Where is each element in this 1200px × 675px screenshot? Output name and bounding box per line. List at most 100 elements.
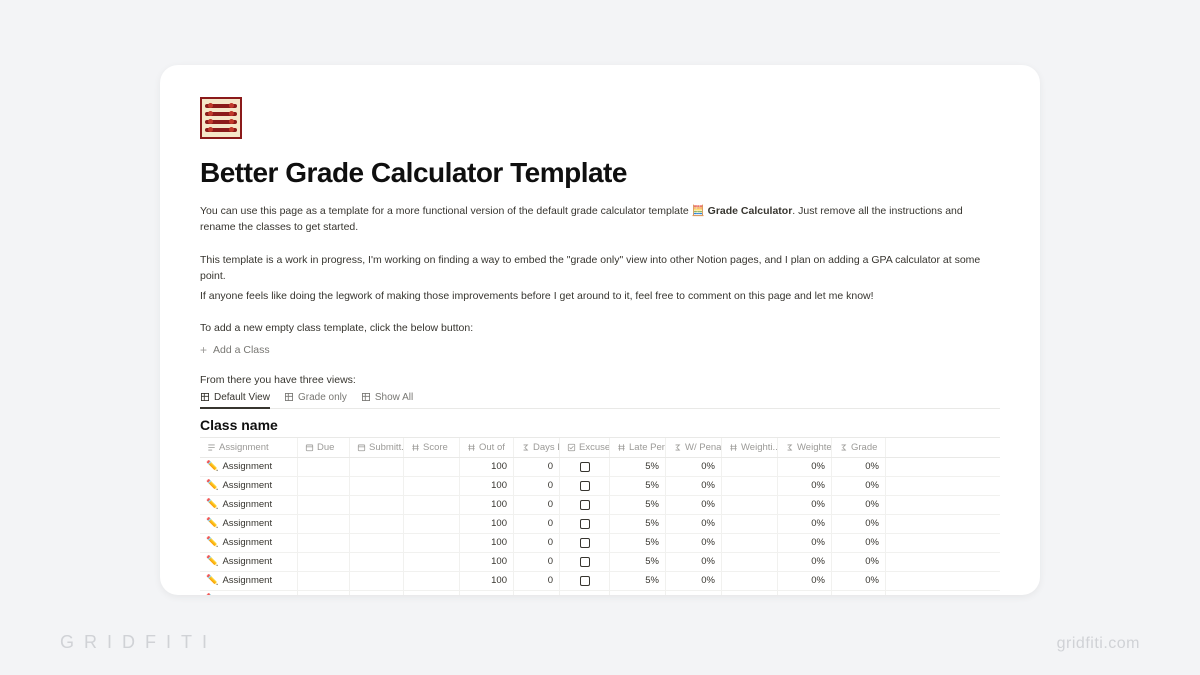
cell-assignment[interactable]: ✏️Assignment <box>200 496 298 514</box>
cell-score[interactable] <box>404 572 460 590</box>
cell-weighting[interactable] <box>722 553 778 571</box>
cell-excused[interactable] <box>560 515 610 533</box>
cell-weighted[interactable]: 0% <box>778 534 832 552</box>
cell-weighting[interactable] <box>722 591 778 595</box>
col-due[interactable]: Due <box>298 438 350 457</box>
cell-weighted[interactable]: 0% <box>778 477 832 495</box>
cell-weighted[interactable]: 0% <box>778 458 832 476</box>
checkbox-unchecked-icon[interactable] <box>580 462 590 472</box>
cell-outof[interactable]: 100 <box>460 534 514 552</box>
cell-excused[interactable] <box>560 496 610 514</box>
page-title[interactable]: Better Grade Calculator Template <box>200 157 1000 189</box>
table-row[interactable]: ✏️Assignment10005%0%0%0% <box>200 515 1000 534</box>
cell-wpenalty[interactable]: 0% <box>666 458 722 476</box>
database-title[interactable]: Class name <box>200 417 1000 433</box>
cell-dayslate[interactable]: 0 <box>514 515 560 533</box>
cell-grade[interactable]: 0% <box>832 477 886 495</box>
cell-assignment[interactable]: ✏️Assignment <box>200 515 298 533</box>
cell-weighting[interactable] <box>722 496 778 514</box>
cell-latepen[interactable]: 5% <box>610 534 666 552</box>
cell-dayslate[interactable]: 0 <box>514 477 560 495</box>
cell-grade[interactable]: 0% <box>832 553 886 571</box>
cell-excused[interactable] <box>560 458 610 476</box>
cell-dayslate[interactable]: 0 <box>514 572 560 590</box>
table-row[interactable]: ✏️Assignment10005%0%0%0% <box>200 572 1000 591</box>
cell-grade[interactable]: 0% <box>832 458 886 476</box>
cell-dayslate[interactable]: 0 <box>514 458 560 476</box>
cell-outof[interactable]: 100 <box>460 572 514 590</box>
cell-due[interactable] <box>298 553 350 571</box>
table-row[interactable]: ✏️Assignment10005%0%0%0% <box>200 496 1000 515</box>
cell-score[interactable] <box>404 553 460 571</box>
cell-weighted[interactable]: 0% <box>778 496 832 514</box>
cell-wpenalty[interactable]: 0% <box>666 572 722 590</box>
cell-weighting[interactable] <box>722 534 778 552</box>
cell-grade[interactable]: 0% <box>832 572 886 590</box>
tab-show-all[interactable]: Show All <box>361 392 413 408</box>
cell-assignment[interactable]: ✏️Assignment <box>200 534 298 552</box>
cell-score[interactable] <box>404 515 460 533</box>
cell-dayslate[interactable]: 0 <box>514 496 560 514</box>
cell-excused[interactable] <box>560 591 610 595</box>
tab-default-view[interactable]: Default View <box>200 392 270 408</box>
cell-assignment[interactable]: ✏️Assignment <box>200 572 298 590</box>
cell-weighting[interactable] <box>722 477 778 495</box>
cell-wpenalty[interactable]: 0% <box>666 591 722 595</box>
cell-weighting[interactable] <box>722 515 778 533</box>
table-row[interactable]: ✏️Assignment10005%0%0%0% <box>200 591 1000 595</box>
cell-due[interactable] <box>298 534 350 552</box>
cell-latepen[interactable]: 5% <box>610 591 666 595</box>
tab-grade-only[interactable]: Grade only <box>284 392 347 408</box>
checkbox-unchecked-icon[interactable] <box>580 557 590 567</box>
cell-submitted[interactable] <box>350 572 404 590</box>
cell-wpenalty[interactable]: 0% <box>666 553 722 571</box>
checkbox-unchecked-icon[interactable] <box>580 519 590 529</box>
cell-submitted[interactable] <box>350 515 404 533</box>
cell-latepen[interactable]: 5% <box>610 515 666 533</box>
cell-grade[interactable]: 0% <box>832 515 886 533</box>
cell-submitted[interactable] <box>350 496 404 514</box>
cell-score[interactable] <box>404 534 460 552</box>
cell-grade[interactable]: 0% <box>832 534 886 552</box>
col-excused[interactable]: Excused <box>560 438 610 457</box>
table-row[interactable]: ✏️Assignment10005%0%0%0% <box>200 477 1000 496</box>
cell-submitted[interactable] <box>350 477 404 495</box>
cell-outof[interactable]: 100 <box>460 496 514 514</box>
cell-outof[interactable]: 100 <box>460 553 514 571</box>
cell-score[interactable] <box>404 496 460 514</box>
cell-assignment[interactable]: ✏️Assignment <box>200 591 298 595</box>
col-outof[interactable]: Out of <box>460 438 514 457</box>
add-class-button[interactable]: + Add a Class <box>200 342 270 358</box>
cell-grade[interactable]: 0% <box>832 591 886 595</box>
checkbox-unchecked-icon[interactable] <box>580 576 590 586</box>
cell-latepen[interactable]: 5% <box>610 553 666 571</box>
cell-dayslate[interactable]: 0 <box>514 534 560 552</box>
cell-weighting[interactable] <box>722 572 778 590</box>
cell-excused[interactable] <box>560 553 610 571</box>
cell-due[interactable] <box>298 496 350 514</box>
col-grade[interactable]: Grade <box>832 438 886 457</box>
cell-outof[interactable]: 100 <box>460 458 514 476</box>
page-icon-abacus[interactable] <box>200 97 242 139</box>
cell-latepen[interactable]: 5% <box>610 572 666 590</box>
col-weighting[interactable]: Weighti... <box>722 438 778 457</box>
table-row[interactable]: ✏️Assignment10005%0%0%0% <box>200 553 1000 572</box>
cell-due[interactable] <box>298 515 350 533</box>
col-submitted[interactable]: Submitt... <box>350 438 404 457</box>
table-row[interactable]: ✏️Assignment10005%0%0%0% <box>200 458 1000 477</box>
cell-outof[interactable]: 100 <box>460 515 514 533</box>
cell-wpenalty[interactable]: 0% <box>666 477 722 495</box>
cell-grade[interactable]: 0% <box>832 496 886 514</box>
cell-excused[interactable] <box>560 572 610 590</box>
cell-dayslate[interactable]: 0 <box>514 553 560 571</box>
cell-dayslate[interactable]: 0 <box>514 591 560 595</box>
cell-wpenalty[interactable]: 0% <box>666 515 722 533</box>
cell-outof[interactable]: 100 <box>460 591 514 595</box>
checkbox-unchecked-icon[interactable] <box>580 538 590 548</box>
cell-latepen[interactable]: 5% <box>610 477 666 495</box>
cell-excused[interactable] <box>560 477 610 495</box>
cell-assignment[interactable]: ✏️Assignment <box>200 458 298 476</box>
cell-weighted[interactable]: 0% <box>778 591 832 595</box>
grade-calculator-link[interactable]: Grade Calculator <box>708 205 793 217</box>
col-wpenalty[interactable]: W/ Penalty <box>666 438 722 457</box>
